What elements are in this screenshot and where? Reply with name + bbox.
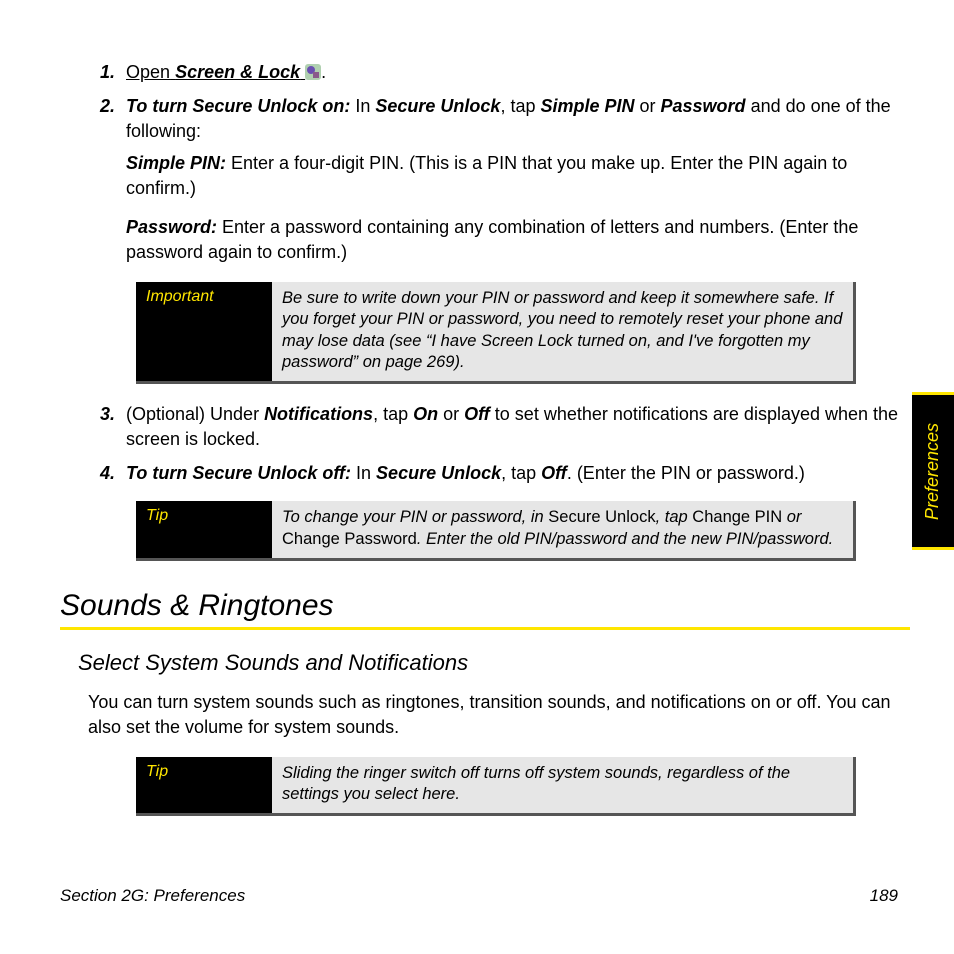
step-number: 4. <box>100 461 115 485</box>
footer-section: Section 2G: Preferences <box>60 886 245 906</box>
callout-body: Be sure to write down your PIN or passwo… <box>272 282 853 382</box>
page-footer: Section 2G: Preferences 189 <box>60 886 898 906</box>
callout-tip-2: Tip Sliding the ringer switch off turns … <box>136 757 856 817</box>
callout-label: Tip <box>136 501 272 558</box>
side-tab-label: Preferences <box>923 422 944 519</box>
step-1: 1. Open Screen & Lock . <box>100 60 900 84</box>
side-tab-preferences[interactable]: Preferences <box>912 392 954 550</box>
callout-tip-1: Tip To change your PIN or password, in S… <box>136 501 856 561</box>
footer-page-number: 189 <box>870 886 898 906</box>
callout-body: To change your PIN or password, in Secur… <box>272 501 853 558</box>
body-paragraph: You can turn system sounds such as ringt… <box>88 690 900 740</box>
step-2-password: Password: Enter a password containing an… <box>126 215 900 265</box>
callout-body: Sliding the ringer switch off turns off … <box>272 757 853 814</box>
section-underline <box>60 627 910 630</box>
section-title: Sounds & Ringtones <box>60 589 900 623</box>
step-4: 4. To turn Secure Unlock off: In Secure … <box>100 461 900 485</box>
step-3: 3. (Optional) Under Notifications, tap O… <box>100 402 900 451</box>
page-content: 1. Open Screen & Lock . 2. To turn Secur… <box>60 60 900 816</box>
steps-list-cont: 3. (Optional) Under Notifications, tap O… <box>100 402 900 485</box>
step-number: 1. <box>100 60 115 84</box>
steps-list: 1. Open Screen & Lock . 2. To turn Secur… <box>100 60 900 266</box>
step-number: 2. <box>100 94 115 118</box>
step-2: 2. To turn Secure Unlock on: In Secure U… <box>100 94 900 265</box>
callout-important: Important Be sure to write down your PIN… <box>136 282 856 385</box>
callout-label: Important <box>136 282 272 382</box>
step-number: 3. <box>100 402 115 426</box>
open-link[interactable]: Open Screen & Lock <box>126 62 305 82</box>
subsection-title: Select System Sounds and Notifications <box>78 650 900 676</box>
step-2-simple-pin: Simple PIN: Enter a four-digit PIN. (Thi… <box>126 151 900 201</box>
screen-lock-icon <box>305 62 321 78</box>
callout-label: Tip <box>136 757 272 814</box>
